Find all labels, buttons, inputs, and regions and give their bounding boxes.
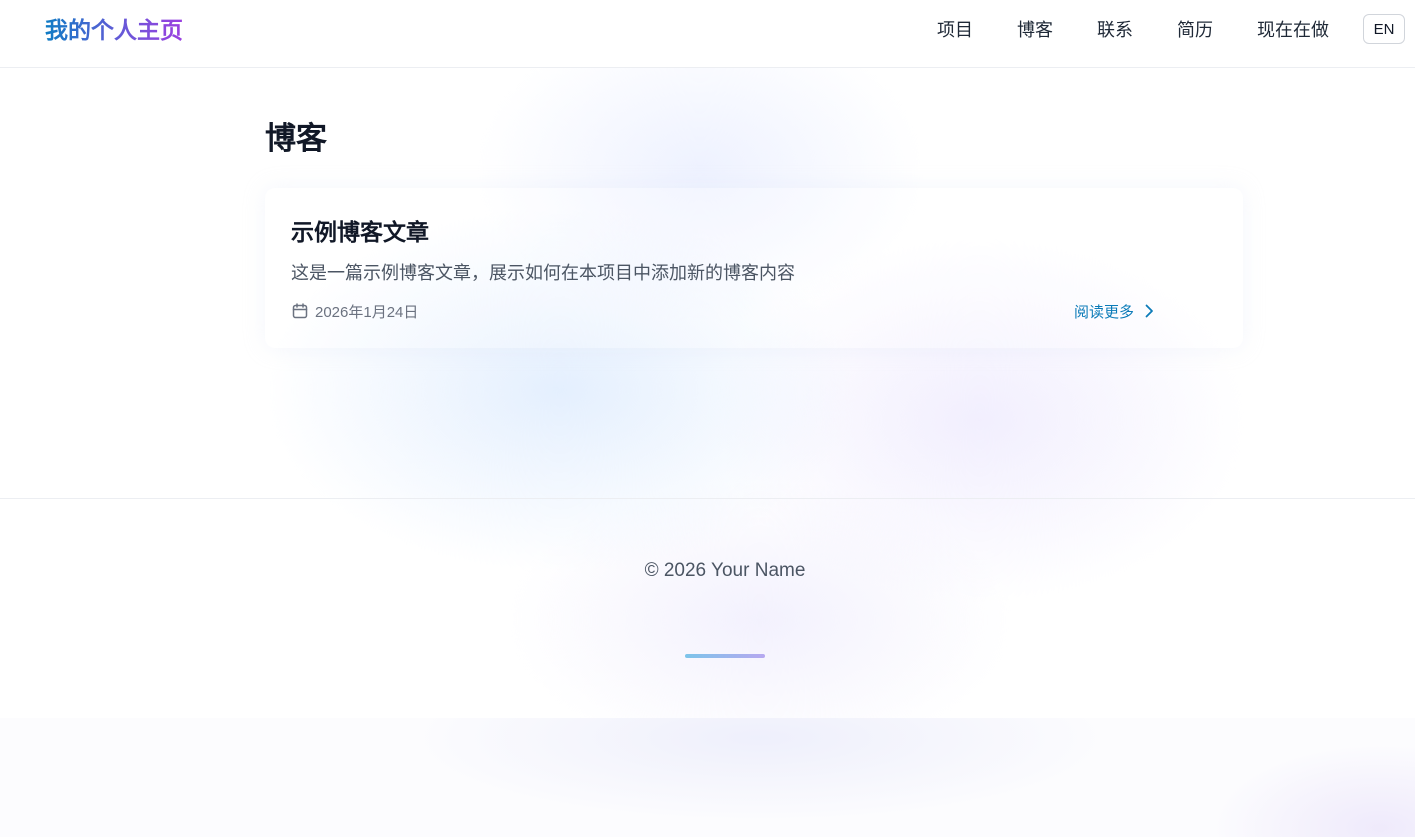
post-excerpt: 这是一篇示例博客文章，展示如何在本项目中添加新的博客内容 [291,263,795,283]
nav-item-projects[interactable]: 项目 [937,16,973,44]
footer-copyright: © 2026 Your Name [644,560,806,581]
read-more-link[interactable]: 阅读更多 [1074,300,1157,322]
post-date: 2026年1月24日 [291,300,418,322]
chevron-right-icon [1141,303,1157,319]
nav-item-now[interactable]: 现在在做 [1257,16,1329,44]
page-title: 博客 [265,121,327,156]
footer-divider [0,498,1415,499]
post-date-text: 2026年1月24日 [315,303,419,321]
site-brand[interactable]: 我的个人主页 [45,14,183,46]
language-toggle-button[interactable]: EN [1363,14,1405,44]
post-title[interactable]: 示例博客文章 [291,215,429,249]
nav-item-contact[interactable]: 联系 [1097,16,1133,44]
nav-item-blog[interactable]: 博客 [1017,16,1053,44]
nav-item-resume[interactable]: 简历 [1177,16,1213,44]
blog-post-card: 示例博客文章 这是一篇示例博客文章，展示如何在本项目中添加新的博客内容 2026… [265,188,1243,348]
footer-accent-bar [685,654,765,658]
site-header: 我的个人主页 项目 博客 联系 简历 现在在做 EN [0,0,1415,68]
calendar-icon [291,302,309,320]
page-bottom-background [0,718,1415,837]
read-more-label: 阅读更多 [1074,303,1135,321]
